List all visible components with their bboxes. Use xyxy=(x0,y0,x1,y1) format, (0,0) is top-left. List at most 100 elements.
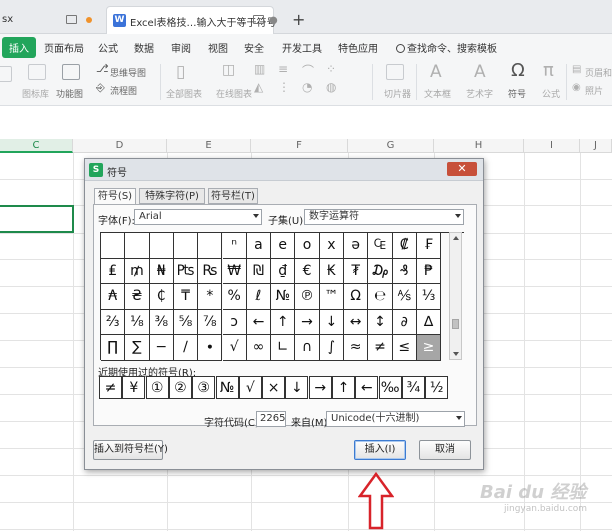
symbol-cell[interactable]: ⅍ xyxy=(392,284,417,310)
column-header-d[interactable]: D xyxy=(73,139,167,153)
recent-symbol-cell[interactable]: ↓ xyxy=(285,376,309,399)
symbol-cell[interactable]: ₴ xyxy=(125,284,150,310)
menu-page-layout[interactable]: 页面布局 xyxy=(44,40,84,55)
slicer-label[interactable]: 切片器 xyxy=(384,87,411,100)
symbol-label[interactable]: 符号 xyxy=(508,87,526,100)
recent-symbol-cell[interactable]: √ xyxy=(238,376,262,399)
stock-chart-icon[interactable]: ⋮ xyxy=(278,80,290,94)
symbol-cell[interactable]: √ xyxy=(222,335,247,361)
symbol-cell[interactable]: ₯ xyxy=(368,258,393,285)
symbol-cell[interactable]: ≤ xyxy=(392,335,417,361)
menu-formula[interactable]: 公式 xyxy=(98,40,118,55)
symbol-cell[interactable]: ₳ xyxy=(101,284,126,310)
column-header-g[interactable]: G xyxy=(348,139,434,153)
online-chart-label[interactable]: 在线图表 xyxy=(216,87,252,100)
symbol-cell[interactable]: ⅔ xyxy=(101,309,126,336)
function-chart-icon[interactable] xyxy=(62,64,80,80)
font-select[interactable]: Arial xyxy=(134,209,262,225)
combo-chart-icon[interactable]: ◍ xyxy=(326,80,336,94)
cancel-button[interactable]: 取消 xyxy=(419,440,471,460)
symbol-cell[interactable]: ℗ xyxy=(295,284,320,310)
symbol-cell[interactable]: ₰ xyxy=(392,258,417,285)
recent-symbol-cell[interactable]: ¾ xyxy=(401,376,425,399)
symbol-cell[interactable]: ₠ xyxy=(368,233,393,259)
line-chart-icon[interactable]: ⌒ xyxy=(302,62,314,79)
symbol-cell[interactable]: a xyxy=(246,233,272,259)
function-chart-label[interactable]: 功能图 xyxy=(56,87,83,100)
bar-chart-icon[interactable]: ≡ xyxy=(278,62,288,76)
recent-symbol-cell[interactable]: ½ xyxy=(425,376,449,399)
icon-library-icon[interactable] xyxy=(28,64,46,80)
header-footer-icon[interactable]: ▤ xyxy=(572,64,581,75)
symbol-cell[interactable]: № xyxy=(271,284,296,310)
symbol-cell[interactable]: Ω xyxy=(344,284,369,310)
symbol-cell[interactable]: ₤ xyxy=(101,258,126,285)
symbol-cell[interactable]: ₥ xyxy=(125,258,150,285)
online-chart-icon[interactable]: ◫ xyxy=(222,62,235,78)
recent-symbol-cell[interactable]: × xyxy=(262,376,286,399)
subset-select[interactable]: 数字运算符 xyxy=(304,209,464,225)
symbol-cell[interactable]: % xyxy=(222,284,247,310)
symbol-cell[interactable]: ə xyxy=(344,233,369,259)
symbol-cell[interactable]: ∂ xyxy=(392,309,417,336)
symbol-cell[interactable]: ⅝ xyxy=(173,309,199,336)
symbol-cell[interactable]: ₡ xyxy=(392,233,417,259)
symbol-cell[interactable]: ∙ xyxy=(198,335,223,361)
close-button[interactable]: ✕ xyxy=(447,162,477,176)
symbol-cell[interactable]: ₦ xyxy=(149,258,174,285)
menu-security[interactable]: 安全 xyxy=(244,40,264,55)
symbol-cell[interactable]: ₩ xyxy=(222,258,247,285)
mindmap-icon[interactable]: ⎇ xyxy=(96,62,109,75)
icon-library-label[interactable]: 图标库 xyxy=(22,87,49,100)
symbol-cell[interactable]: ₧ xyxy=(173,258,199,285)
symbol-cell[interactable]: ↕ xyxy=(368,309,393,336)
symbol-cell[interactable]: ℮ xyxy=(368,284,393,310)
symbol-cell[interactable]: ₮ xyxy=(344,258,369,285)
tab-symbol-bar[interactable]: 符号栏(T) xyxy=(208,188,258,204)
menu-special[interactable]: 特色应用 xyxy=(338,40,378,55)
symbol-cell[interactable]: ⅓ xyxy=(416,284,442,310)
symbol-cell[interactable]: ↄ xyxy=(222,309,247,336)
symbol-cell[interactable]: ₱ xyxy=(416,258,442,285)
column-header-c[interactable]: C xyxy=(0,139,73,153)
symbol-cell[interactable]: ₨ xyxy=(198,258,223,285)
symbol-cell[interactable]: ∞ xyxy=(246,335,272,361)
scatter-chart-icon[interactable]: ⁘ xyxy=(326,62,336,76)
symbol-cell[interactable]: ≥ xyxy=(416,335,442,361)
column-chart-icon[interactable]: ▥ xyxy=(254,62,265,76)
symbol-cell[interactable]: ↓ xyxy=(319,309,344,336)
pi-formula-icon[interactable]: π xyxy=(543,60,554,81)
photo-label[interactable]: 照片 xyxy=(585,84,603,97)
from-select[interactable]: Unicode(十六进制) xyxy=(326,411,465,427)
scroll-down-icon[interactable] xyxy=(453,352,459,356)
window-icon[interactable] xyxy=(66,15,77,24)
recent-symbol-cell[interactable]: ③ xyxy=(192,376,216,399)
menu-view[interactable]: 视图 xyxy=(208,40,228,55)
scroll-up-icon[interactable] xyxy=(453,236,459,240)
all-charts-icon[interactable]: ▯ xyxy=(176,62,185,82)
symbol-cell[interactable]: ∆ xyxy=(416,309,442,336)
textbox-icon[interactable]: A xyxy=(430,62,442,82)
symbol-cell[interactable]: ∟ xyxy=(271,335,296,361)
recent-symbol-cell[interactable]: ¥ xyxy=(122,376,146,399)
symbol-cell[interactable]: ⁿ xyxy=(222,233,247,259)
symbol-cell[interactable]: ↔ xyxy=(344,309,369,336)
symbol-cell[interactable]: * xyxy=(198,284,223,310)
dialog-titlebar[interactable]: S 符号 ✕ xyxy=(85,159,483,181)
recent-symbol-cell[interactable]: ← xyxy=(355,376,379,399)
header-footer-label[interactable]: 页眉和 xyxy=(585,66,612,79)
symbol-cell[interactable]: ↑ xyxy=(271,309,296,336)
slicer-icon[interactable] xyxy=(386,64,404,80)
mindmap-label[interactable]: 思维导图 xyxy=(110,66,146,79)
area-chart-icon[interactable]: ◭ xyxy=(254,80,263,94)
column-header-h[interactable]: H xyxy=(434,139,524,153)
omega-symbol-icon[interactable]: Ω xyxy=(511,60,525,81)
flowchart-icon[interactable]: ⎆ xyxy=(96,81,105,95)
column-header-j[interactable]: J xyxy=(580,139,612,153)
tab-workbook-1[interactable]: sx xyxy=(0,8,102,34)
symbol-cell[interactable]: ₭ xyxy=(319,258,344,285)
symbol-grid-scrollbar[interactable] xyxy=(449,232,462,360)
window-icon[interactable] xyxy=(253,15,264,24)
command-search[interactable]: 查找命令、搜索模板 xyxy=(396,40,497,55)
symbol-cell[interactable]: o xyxy=(295,233,320,259)
